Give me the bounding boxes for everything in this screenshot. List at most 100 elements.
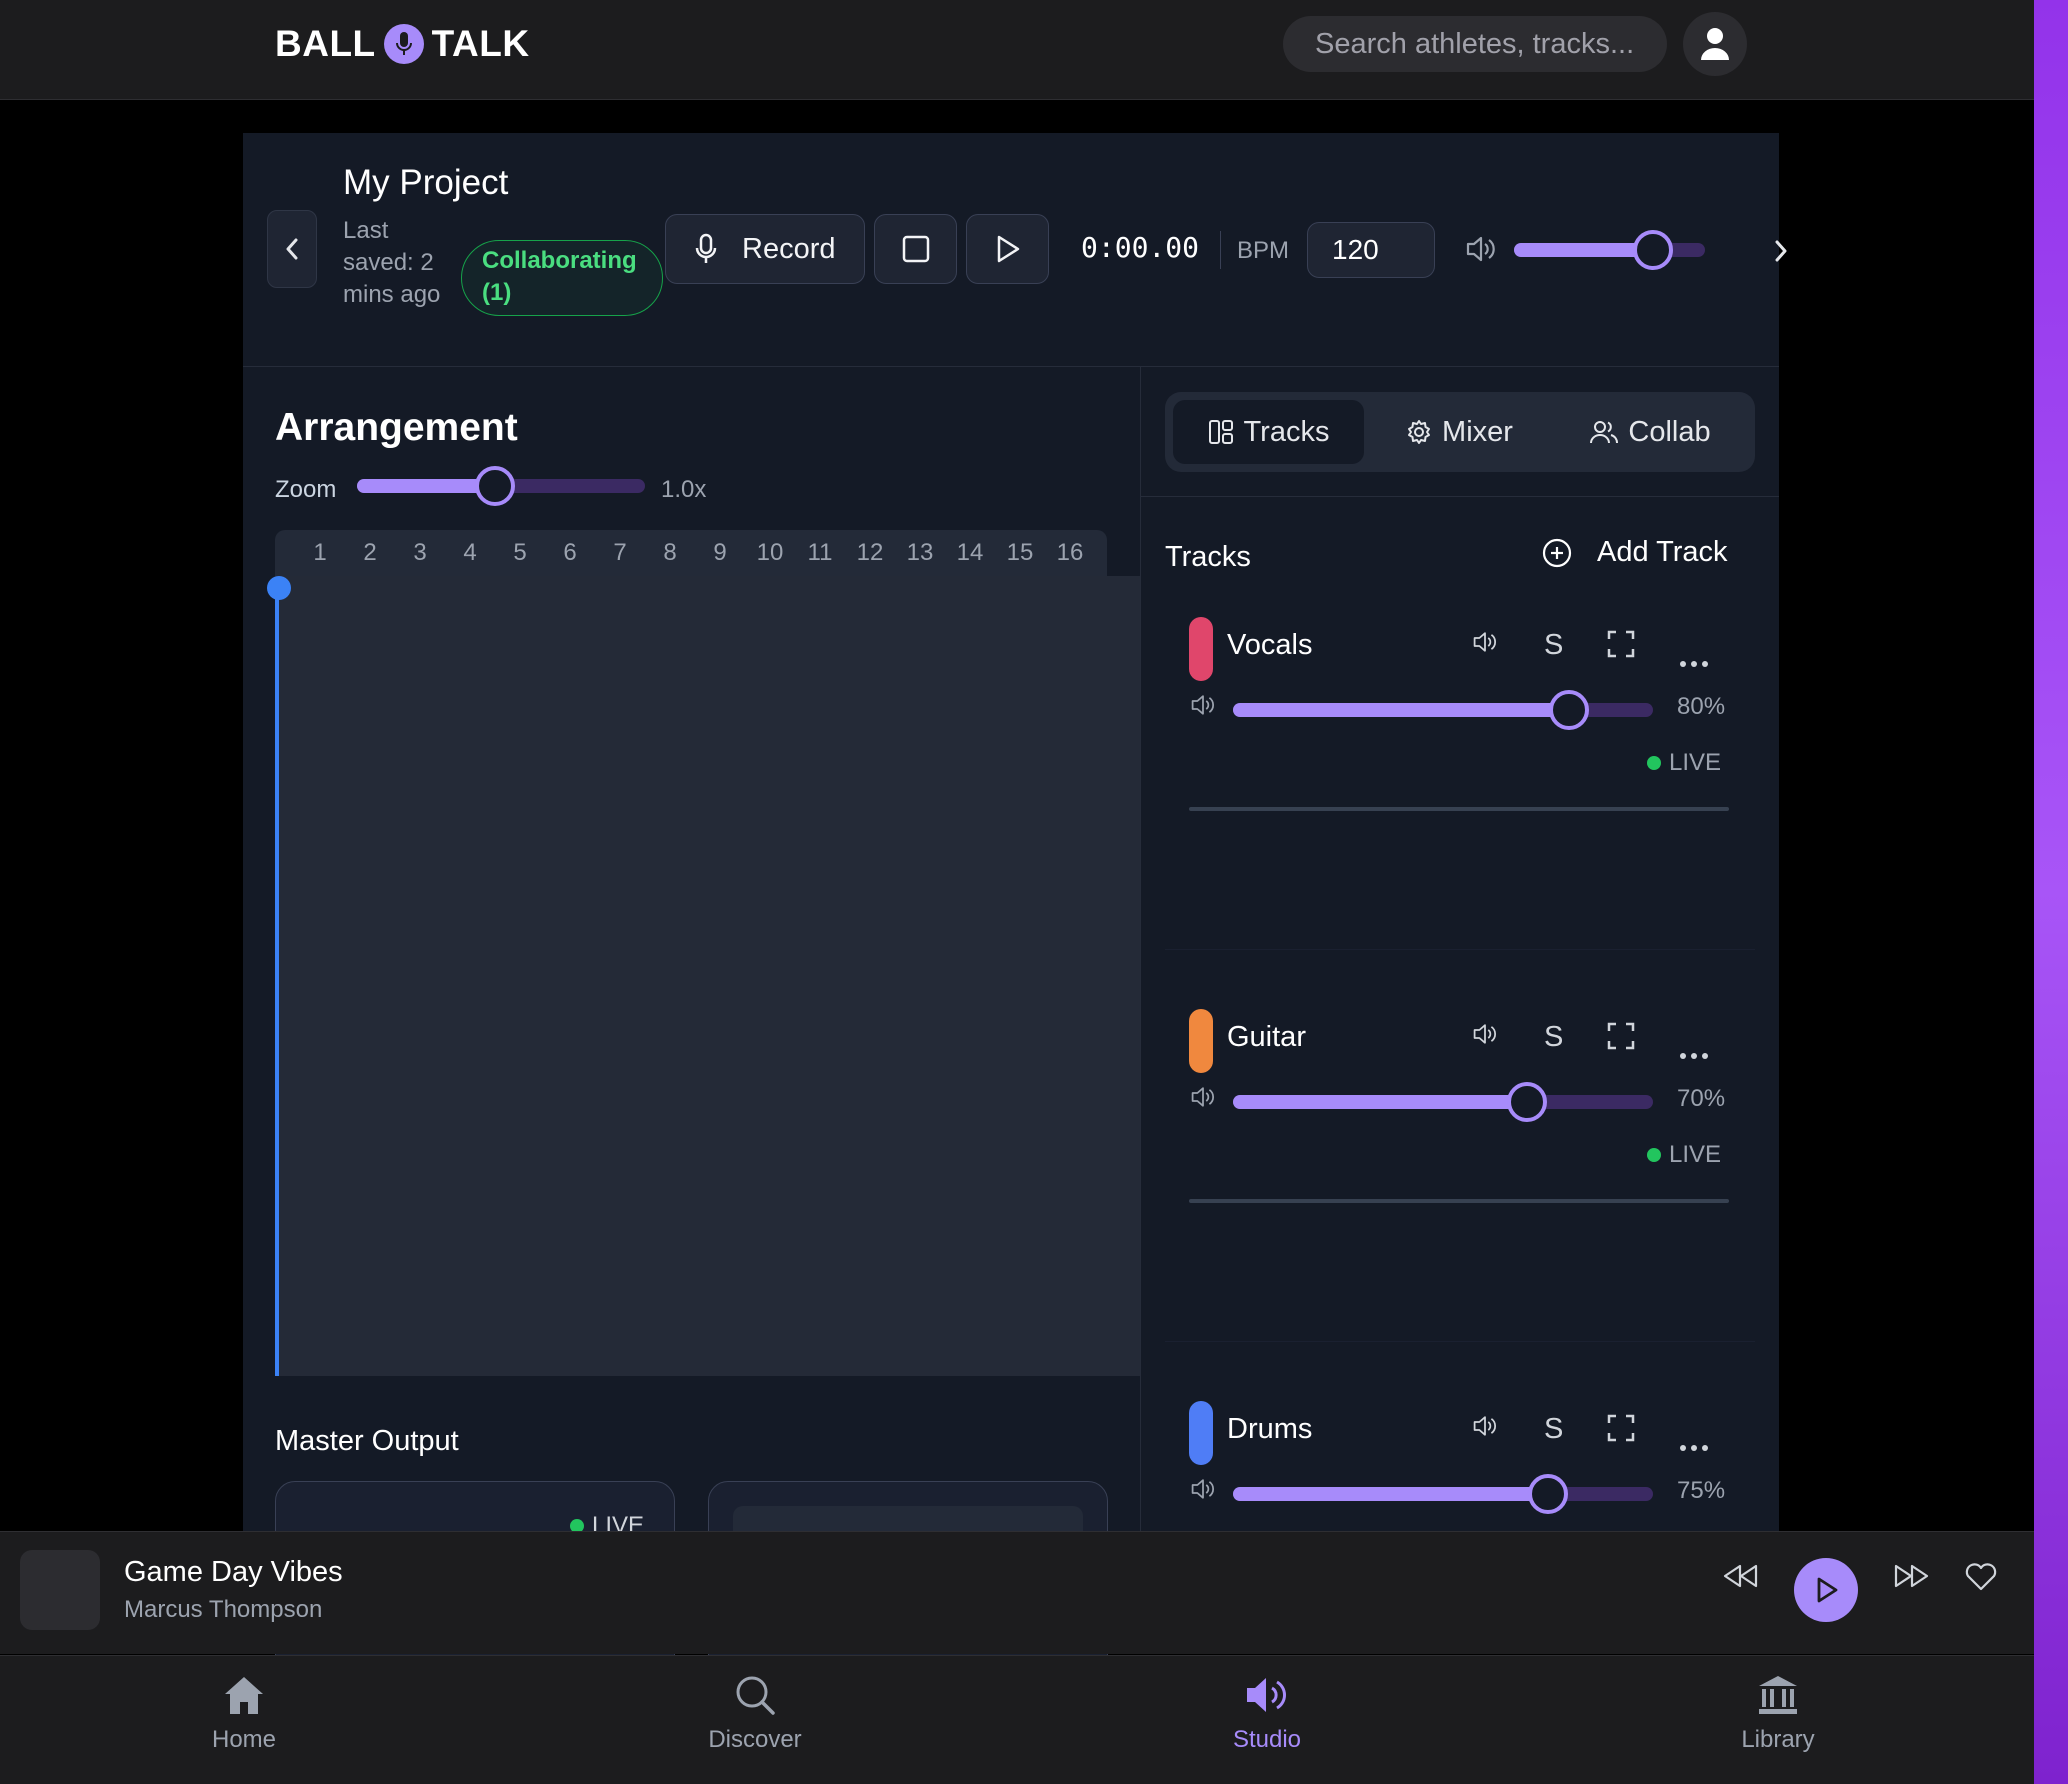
playhead-handle[interactable] xyxy=(267,576,291,600)
back-button[interactable] xyxy=(267,210,317,288)
record-button[interactable]: Record xyxy=(665,214,865,284)
arrangement-timeline[interactable] xyxy=(275,576,1140,1376)
window-edge xyxy=(2034,0,2068,1784)
tab-tracks[interactable]: Tracks xyxy=(1173,400,1364,464)
time-display: 0:00.00 xyxy=(1081,231,1200,264)
nav-home[interactable]: Home xyxy=(144,1674,344,1754)
track-volume-slider[interactable] xyxy=(1233,1474,1653,1514)
zoom-slider[interactable] xyxy=(357,466,645,506)
bar-number: 13 xyxy=(906,539,934,566)
chevron-right-icon[interactable] xyxy=(1773,239,1789,263)
play-icon xyxy=(997,235,1019,263)
track-row[interactable]: Vocals S 80% LIVE xyxy=(1165,597,1755,987)
logo-text-left: BALL xyxy=(275,23,376,64)
bar-number: 8 xyxy=(663,539,677,566)
mute-button[interactable] xyxy=(1471,629,1499,662)
volume-icon xyxy=(1189,1085,1217,1114)
volume-icon xyxy=(1189,1477,1217,1506)
track-name[interactable]: Vocals xyxy=(1227,629,1312,662)
volume-icon xyxy=(1471,1413,1499,1445)
mute-button[interactable] xyxy=(1471,1021,1499,1054)
rewind-icon xyxy=(1723,1564,1758,1588)
nav-discover[interactable]: Discover xyxy=(655,1674,855,1754)
user-avatar-button[interactable] xyxy=(1683,12,1747,76)
live-indicator: LIVE xyxy=(1647,749,1721,777)
song-title[interactable]: Game Day Vibes xyxy=(124,1556,343,1589)
search-input[interactable]: Search athletes, tracks... xyxy=(1283,16,1667,72)
track-name[interactable]: Drums xyxy=(1227,1413,1312,1446)
divider xyxy=(1140,367,1141,1653)
stop-button[interactable] xyxy=(874,214,957,284)
nav-library[interactable]: Library xyxy=(1678,1674,1878,1754)
speaker-icon xyxy=(1247,1678,1287,1712)
more-icon xyxy=(1679,1035,1709,1067)
layout-icon xyxy=(1208,420,1233,444)
top-header: BALL TALK Search athletes, tracks... xyxy=(0,0,2034,100)
stop-icon xyxy=(902,235,929,263)
logo[interactable]: BALL TALK xyxy=(275,22,530,66)
nav-label: Discover xyxy=(708,1726,802,1753)
volume-icon xyxy=(1466,236,1495,262)
bpm-input[interactable]: 120 xyxy=(1307,222,1435,278)
expand-button[interactable] xyxy=(1606,1021,1636,1059)
zoom-label: Zoom xyxy=(275,476,337,503)
tab-mixer[interactable]: Mixer xyxy=(1364,400,1555,464)
track-volume-value: 70% xyxy=(1677,1085,1726,1112)
album-cover[interactable] xyxy=(20,1550,100,1630)
collaborating-badge[interactable]: Collaborating (1) xyxy=(461,240,663,316)
solo-button[interactable]: S xyxy=(1544,1021,1563,1054)
track-volume-slider[interactable] xyxy=(1233,1082,1653,1122)
slider-knob[interactable] xyxy=(1507,1082,1547,1122)
expand-button[interactable] xyxy=(1606,629,1636,667)
master-output-title: Master Output xyxy=(275,1425,459,1457)
rewind-button[interactable] xyxy=(1722,1562,1760,1590)
users-icon xyxy=(1590,421,1619,444)
nav-studio[interactable]: Studio xyxy=(1167,1674,1367,1754)
slider-knob[interactable] xyxy=(1549,690,1589,730)
bar-ruler[interactable]: 1 2 3 4 5 6 7 8 9 10 11 12 13 14 15 16 xyxy=(275,530,1107,576)
player-play-button[interactable] xyxy=(1794,1558,1858,1622)
more-icon xyxy=(1679,643,1709,675)
solo-button[interactable]: S xyxy=(1544,1413,1563,1446)
slider-knob[interactable] xyxy=(475,466,516,506)
slider-knob[interactable] xyxy=(1633,230,1674,270)
playhead[interactable] xyxy=(275,585,279,1376)
master-volume-slider[interactable] xyxy=(1514,230,1705,270)
expand-button[interactable] xyxy=(1606,1413,1636,1451)
track-waveform[interactable] xyxy=(1189,1199,1729,1203)
plus-circle-icon xyxy=(1542,538,1572,567)
expand-icon xyxy=(1606,630,1636,666)
more-button[interactable] xyxy=(1679,1035,1709,1068)
bar-number: 5 xyxy=(513,539,527,566)
slider-knob[interactable] xyxy=(1528,1474,1568,1514)
more-button[interactable] xyxy=(1679,643,1709,676)
track-row[interactable]: Guitar S 70% LIVE xyxy=(1165,989,1755,1379)
bar-number: 11 xyxy=(807,539,833,566)
volume-icon xyxy=(1471,629,1499,661)
logo-text-right: TALK xyxy=(431,23,530,64)
play-button[interactable] xyxy=(966,214,1049,284)
bar-number: 15 xyxy=(1006,539,1034,566)
track-waveform[interactable] xyxy=(1189,807,1729,811)
live-label: LIVE xyxy=(1669,1141,1722,1168)
track-color xyxy=(1189,1009,1213,1073)
bar-number: 1 xyxy=(313,539,327,566)
nav-label: Studio xyxy=(1232,1726,1302,1753)
solo-button[interactable]: S xyxy=(1544,629,1563,662)
mute-button[interactable] xyxy=(1471,1413,1499,1446)
bar-number: 10 xyxy=(756,539,784,566)
live-dot xyxy=(1647,1148,1661,1162)
arrangement-title: Arrangement xyxy=(275,406,518,449)
fast-forward-button[interactable] xyxy=(1892,1562,1930,1590)
track-volume-slider[interactable] xyxy=(1233,690,1653,730)
track-name[interactable]: Guitar xyxy=(1227,1021,1306,1054)
divider xyxy=(1141,496,1779,497)
studio-panel: My Project Last saved: 2 mins ago Collab… xyxy=(243,133,1787,1734)
bar-number: 14 xyxy=(956,539,984,566)
like-button[interactable] xyxy=(1964,1562,1998,1592)
tab-collab[interactable]: Collab xyxy=(1555,400,1746,464)
more-button[interactable] xyxy=(1679,1427,1709,1460)
song-artist[interactable]: Marcus Thompson xyxy=(124,1596,322,1624)
add-track-button[interactable]: Add Track xyxy=(1541,536,1728,569)
bar-number: 16 xyxy=(1056,539,1084,566)
